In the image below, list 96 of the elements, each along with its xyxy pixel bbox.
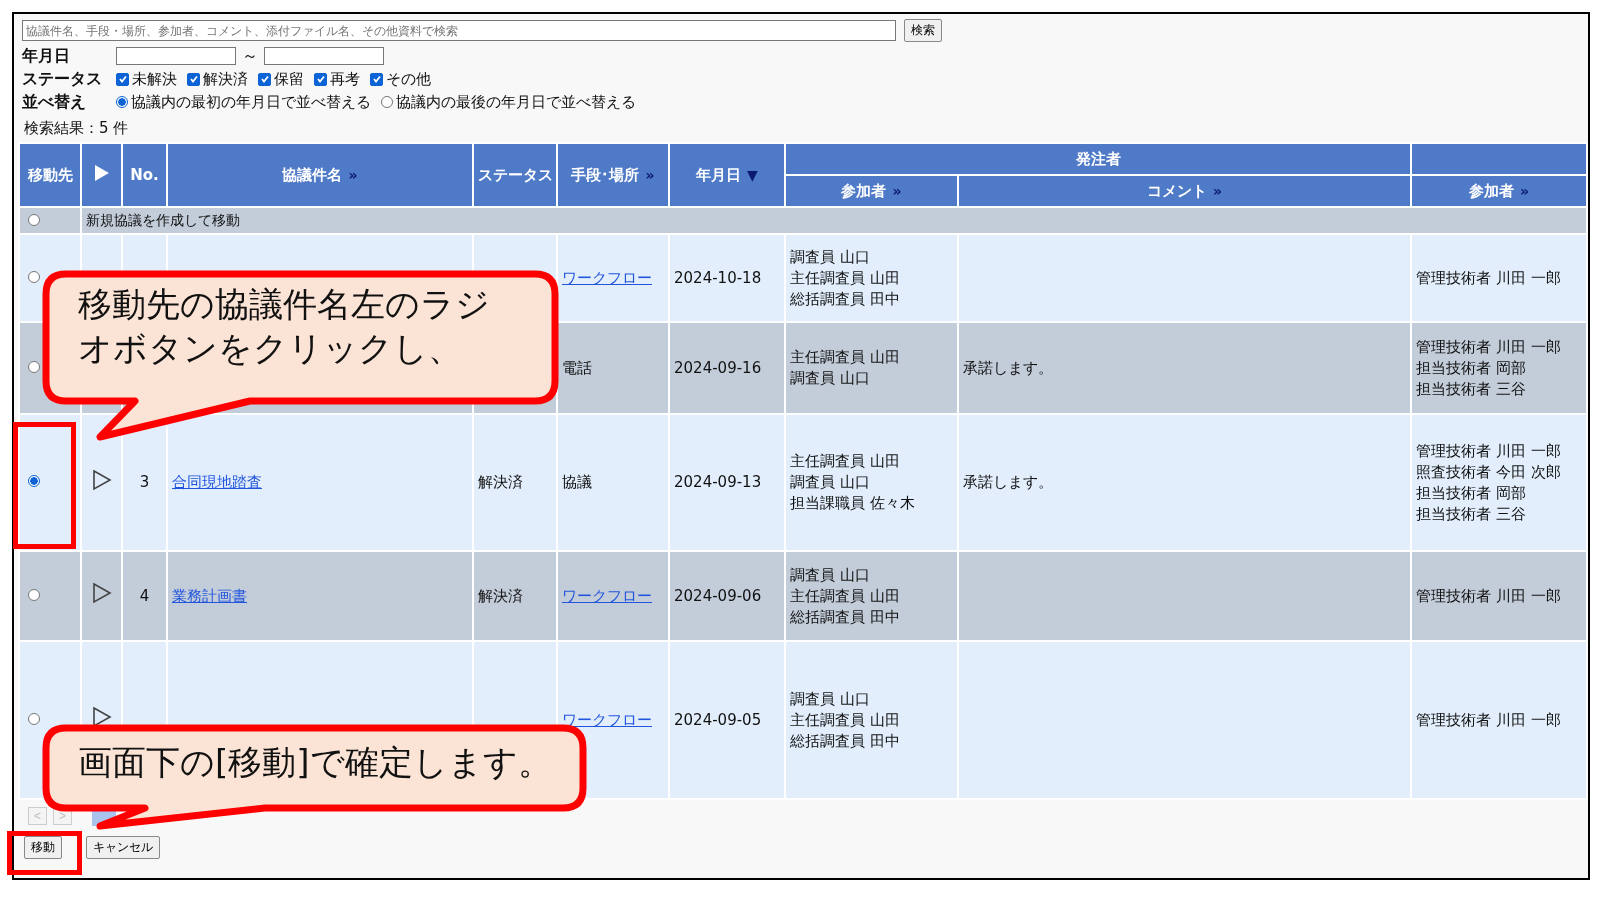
sort-icon[interactable]: » — [645, 166, 655, 183]
sort-icon[interactable]: » — [892, 182, 902, 199]
row-radio[interactable] — [28, 213, 40, 226]
callout-text: 移動先の協議件名左のラジオボタンをクリックし、 — [78, 283, 491, 370]
table-cell: 2024-09-13 — [674, 473, 762, 491]
checkbox-label[interactable]: 再考 — [330, 69, 360, 89]
participant: 調査員 山口 — [790, 368, 871, 389]
radio-button[interactable] — [381, 96, 393, 108]
date-field[interactable] — [116, 47, 236, 65]
header-label: 参加者 — [1468, 181, 1514, 200]
table-cell: 承諾します。 — [963, 473, 1053, 491]
checkbox-label[interactable]: 保留 — [274, 69, 304, 89]
participant: 総括調査員 田中 — [790, 730, 901, 752]
participant: 総括調査員 田中 — [790, 606, 901, 628]
participant: 調査員 山口 — [790, 688, 871, 710]
header-label: 協議件名 — [282, 165, 343, 184]
table-cell: 4 — [139, 586, 150, 605]
subject-link[interactable]: 合同現地踏査 — [172, 473, 262, 491]
callout-text: 画面下の[移動]で確定します。 — [78, 741, 553, 784]
date-field[interactable] — [264, 47, 384, 65]
header-label: 手段･場所 — [571, 165, 640, 184]
table-cell: 電話 — [562, 358, 592, 377]
checkbox-label[interactable]: 未解決 — [132, 69, 177, 89]
participant: 照査技術者 今田 次郎 — [1416, 461, 1562, 483]
participant: 担当技術者 岡部 — [1416, 357, 1527, 379]
search-field[interactable]: 協議件名、手段・場所、参加者、コメント、添付ファイル名、その他資料で検索 — [22, 20, 896, 41]
row-radio[interactable] — [28, 475, 40, 487]
checkbox[interactable] — [314, 72, 327, 86]
radio-label[interactable]: 協議内の最後の年月日で並べ替える — [396, 92, 636, 112]
filter-label: ステータス — [22, 68, 103, 90]
play-icon — [93, 164, 110, 182]
header-label: 参加者 — [841, 181, 887, 200]
table-cell: 2024-09-16 — [674, 358, 762, 377]
sort-icon[interactable]: » — [1212, 182, 1222, 199]
method-link[interactable]: ワークフロー — [562, 586, 652, 605]
participant: 管理技術者 川田 一郎 — [1416, 709, 1562, 731]
sort-icon[interactable]: ▼ — [747, 166, 758, 183]
method-link[interactable]: ワークフロー — [562, 710, 652, 729]
table-cell: 解決済 — [478, 473, 523, 491]
method-link[interactable]: ワークフロー — [562, 268, 652, 287]
participant: 担当技術者 三谷 — [1416, 503, 1527, 525]
participant: 管理技術者 川田 一郎 — [1416, 336, 1562, 358]
checkbox[interactable] — [116, 72, 129, 86]
row-radio[interactable] — [28, 270, 40, 283]
result-count: 検索結果：5 件 — [24, 119, 130, 138]
header-label: 移動先 — [27, 165, 73, 184]
participant: 担当技術者 三谷 — [1416, 378, 1527, 400]
row-radio[interactable] — [28, 712, 40, 725]
participant: 管理技術者 川田 一郎 — [1416, 440, 1562, 462]
checkbox-label[interactable]: 解決済 — [203, 69, 248, 89]
table-cell: 2024-09-06 — [674, 586, 762, 605]
participant: 管理技術者 川田 一郎 — [1416, 267, 1562, 289]
participant: 調査員 山口 — [790, 246, 871, 268]
participant: 主任調査員 山田 — [790, 267, 901, 289]
table-cell: 承諾します。 — [963, 358, 1053, 377]
range-separator: ～ — [242, 45, 258, 67]
action-button[interactable]: キャンセル — [86, 836, 160, 859]
filter-label: 並べ替え — [22, 91, 87, 113]
header-label: ステータス — [478, 165, 553, 184]
participant: 総括調査員 田中 — [790, 288, 901, 310]
participant: 担当技術者 岡部 — [1416, 482, 1527, 504]
sort-icon[interactable]: » — [1519, 182, 1529, 199]
column-group-header: 発注者 — [1075, 149, 1121, 168]
play-icon[interactable] — [91, 582, 112, 604]
play-icon[interactable] — [91, 468, 112, 491]
header-label: コメント — [1146, 181, 1207, 200]
radio-button[interactable] — [116, 96, 128, 108]
participant: 主任調査員 山田 — [790, 347, 901, 368]
table-cell: 協議 — [562, 473, 592, 491]
participant: 主任調査員 山田 — [790, 709, 901, 731]
participant: 主任調査員 山田 — [790, 585, 901, 607]
participant: 担当課職員 佐々木 — [790, 493, 916, 514]
sort-icon[interactable]: » — [348, 166, 358, 183]
subject-link[interactable]: 業務計画書 — [172, 586, 247, 605]
participant: 主任調査員 山田 — [790, 451, 901, 472]
header-label: 年月日 — [696, 165, 742, 184]
participant: 調査員 山口 — [790, 472, 871, 493]
radio-label[interactable]: 協議内の最初の年月日で並べ替える — [131, 92, 371, 112]
table-cell: 3 — [139, 473, 150, 491]
play-icon[interactable] — [91, 706, 112, 728]
checkbox-label[interactable]: その他 — [386, 69, 431, 89]
participant: 調査員 山口 — [790, 564, 871, 586]
row-radio[interactable] — [28, 360, 40, 373]
action-button[interactable]: 移動 — [24, 836, 62, 859]
table-cell: 2024-10-18 — [674, 268, 762, 287]
table-cell: 解決済 — [478, 586, 523, 605]
header-label: No. — [130, 166, 159, 184]
checkbox[interactable] — [258, 72, 271, 86]
table-cell: 2024-09-05 — [674, 710, 762, 729]
search-button[interactable]: 検索 — [904, 19, 942, 42]
row-radio[interactable] — [28, 588, 40, 601]
checkbox[interactable] — [370, 72, 383, 86]
filter-label: 年月日 — [22, 45, 71, 67]
checkbox[interactable] — [187, 72, 200, 86]
participant: 管理技術者 川田 一郎 — [1416, 585, 1562, 607]
row-label: 新規協議を作成して移動 — [86, 211, 240, 228]
